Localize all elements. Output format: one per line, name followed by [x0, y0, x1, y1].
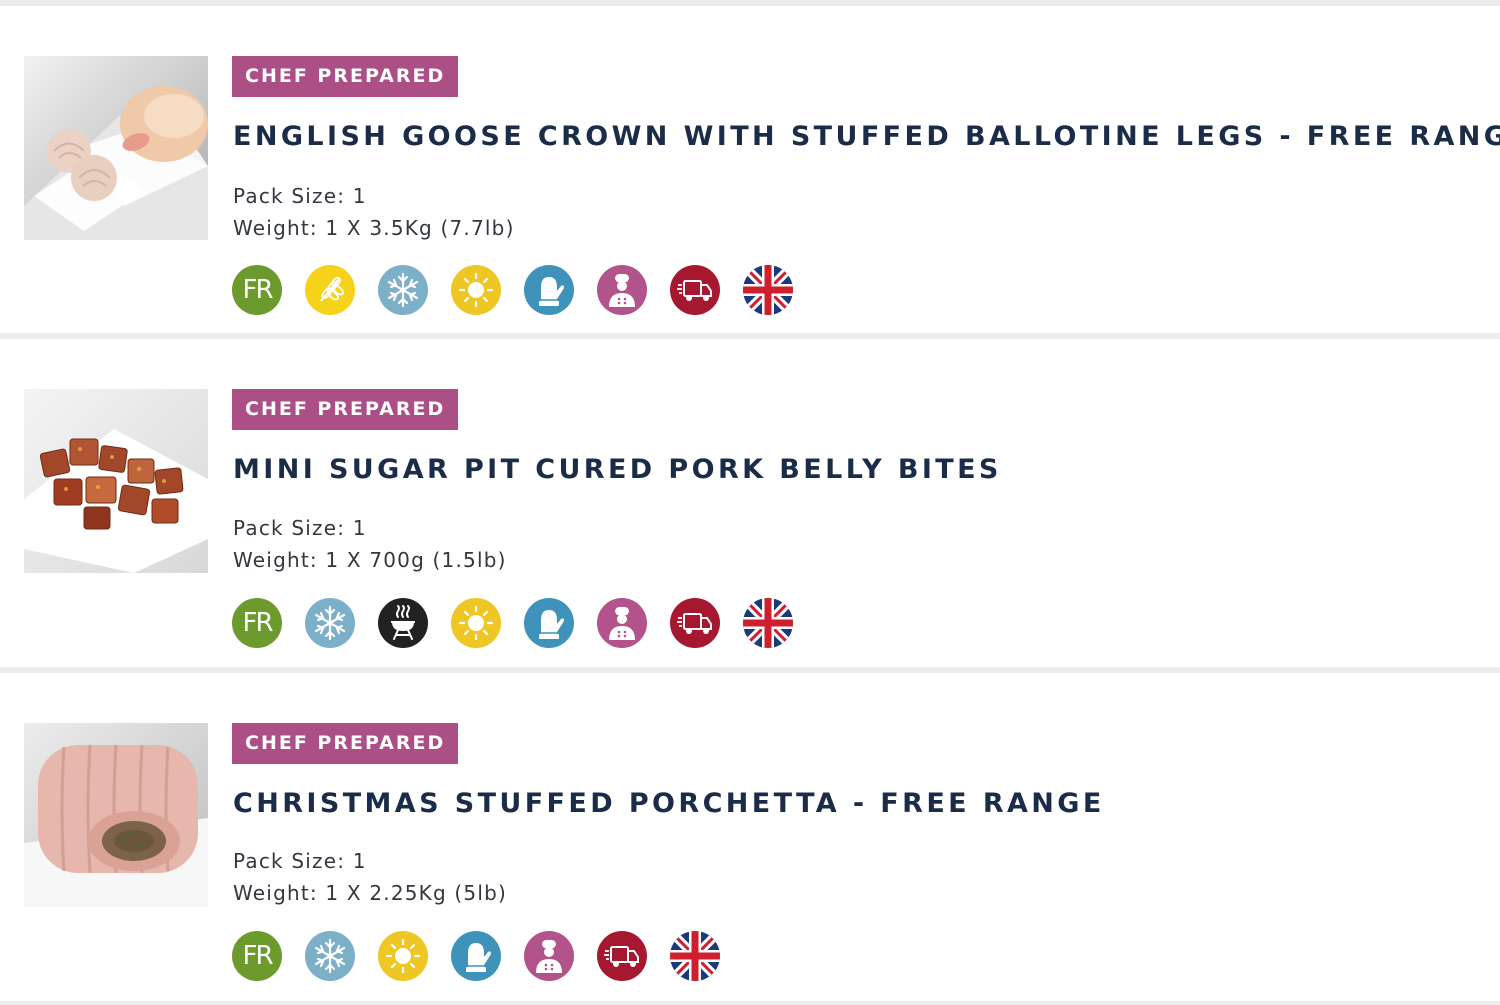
weight-value: 1 X 3.5Kg (7.7lb) — [325, 216, 515, 240]
uk-flag-icon — [743, 265, 793, 315]
free-range-icon: FR — [232, 265, 282, 315]
product-image[interactable] — [24, 56, 208, 240]
product-title[interactable]: MINI SUGAR PIT CURED PORK BELLY BITES — [233, 451, 1002, 489]
product-meta: Pack Size: 1 Weight: 1 X 700g (1.5lb) — [233, 512, 507, 576]
weight-value: 1 X 2.25Kg (5lb) — [325, 881, 508, 905]
delivery-truck-icon — [597, 931, 647, 981]
weight-label: Weight: — [233, 216, 318, 240]
oven-glove-icon — [524, 598, 574, 648]
sun-icon — [451, 265, 501, 315]
free-range-icon: FR — [232, 931, 282, 981]
category-badge: CHEF PREPARED — [232, 723, 459, 764]
chef-icon — [597, 265, 647, 315]
oven-glove-icon — [524, 265, 574, 315]
pack-size-value: 1 — [352, 184, 367, 208]
free-range-label: FR — [242, 275, 273, 305]
free-range-label: FR — [242, 608, 273, 638]
chef-icon — [524, 931, 574, 981]
product-meta: Pack Size: 1 Weight: 1 X 2.25Kg (5lb) — [233, 845, 507, 909]
weight-value: 1 X 700g (1.5lb) — [325, 548, 507, 572]
product-image[interactable] — [24, 389, 208, 573]
free-range-label: FR — [242, 941, 273, 971]
weight-row: Weight: 1 X 700g (1.5lb) — [233, 544, 507, 576]
pack-size-row: Pack Size: 1 — [233, 512, 507, 544]
oven-glove-icon — [451, 931, 501, 981]
free-range-icon: FR — [232, 598, 282, 648]
pack-size-row: Pack Size: 1 — [233, 180, 515, 212]
sun-icon — [451, 598, 501, 648]
sun-icon — [378, 931, 428, 981]
pack-size-row: Pack Size: 1 — [233, 845, 507, 877]
frozen-snowflake-icon — [305, 598, 355, 648]
pack-size-label: Pack Size: — [233, 516, 346, 540]
weight-row: Weight: 1 X 2.25Kg (5lb) — [233, 877, 507, 909]
attribute-icons: FR — [232, 598, 793, 648]
pack-size-label: Pack Size: — [233, 849, 346, 873]
wheat-icon — [305, 265, 355, 315]
delivery-truck-icon — [670, 598, 720, 648]
pack-size-value: 1 — [352, 516, 367, 540]
attribute-icons: FR — [232, 265, 793, 315]
weight-label: Weight: — [233, 881, 318, 905]
product-title[interactable]: CHRISTMAS STUFFED PORCHETTA - FREE RANGE — [233, 785, 1105, 823]
product-meta: Pack Size: 1 Weight: 1 X 3.5Kg (7.7lb) — [233, 180, 515, 244]
product-image[interactable] — [24, 723, 208, 907]
frozen-snowflake-icon — [305, 931, 355, 981]
product-card[interactable]: CHEF PREPARED ENGLISH GOOSE CROWN WITH S… — [0, 6, 1500, 315]
product-card[interactable]: CHEF PREPARED CHRISTMAS STUFFED PORCHETT… — [0, 673, 1500, 981]
pack-size-value: 1 — [352, 849, 367, 873]
category-badge: CHEF PREPARED — [232, 389, 459, 430]
pack-size-label: Pack Size: — [233, 184, 346, 208]
delivery-truck-icon — [670, 265, 720, 315]
category-badge: CHEF PREPARED — [232, 56, 459, 97]
uk-flag-icon — [670, 931, 720, 981]
product-title[interactable]: ENGLISH GOOSE CROWN WITH STUFFED BALLOTI… — [233, 118, 1500, 156]
barbecue-icon — [378, 598, 428, 648]
chef-icon — [597, 598, 647, 648]
weight-label: Weight: — [233, 548, 318, 572]
product-card[interactable]: CHEF PREPARED MINI SUGAR PIT CURED PORK … — [0, 339, 1500, 648]
uk-flag-icon — [743, 598, 793, 648]
frozen-snowflake-icon — [378, 265, 428, 315]
weight-row: Weight: 1 X 3.5Kg (7.7lb) — [233, 212, 515, 244]
attribute-icons: FR — [232, 931, 720, 981]
bottom-divider — [0, 1001, 1500, 1005]
